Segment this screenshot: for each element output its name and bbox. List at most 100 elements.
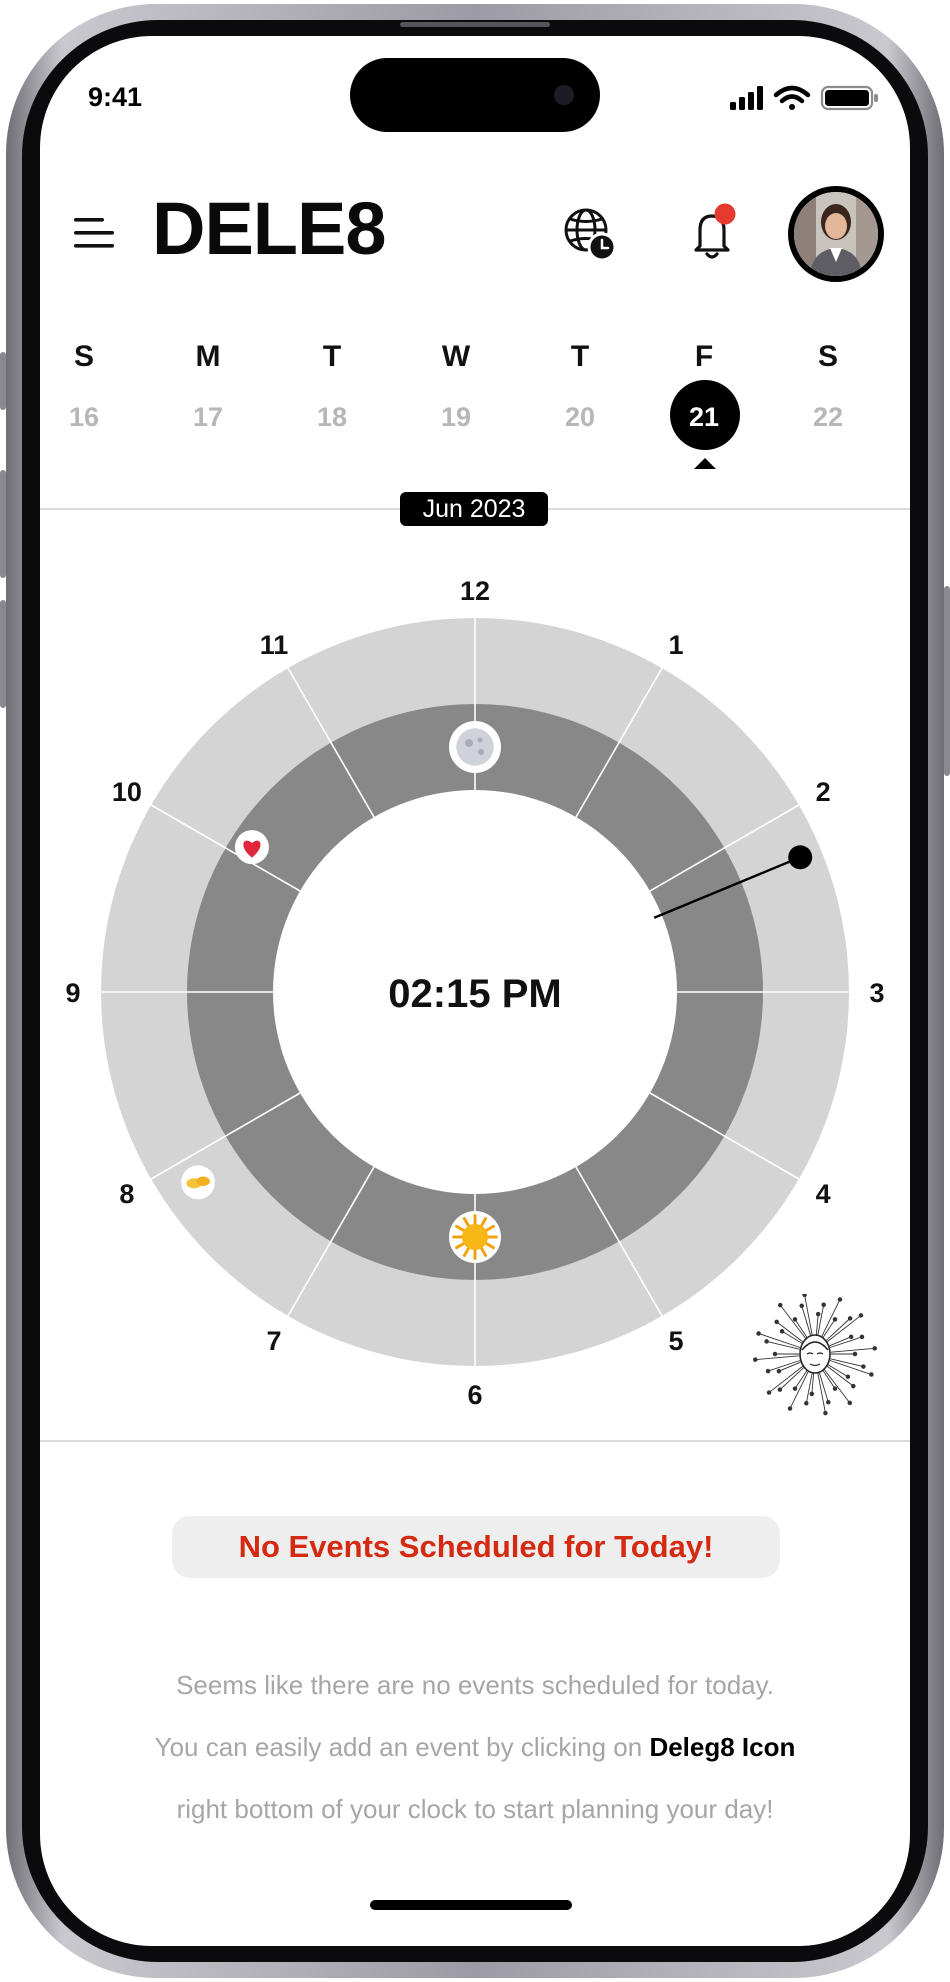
network-node <box>847 1400 853 1406</box>
network-node <box>777 1302 783 1308</box>
day-letter: S <box>817 340 838 373</box>
moon-crater <box>465 739 473 747</box>
volume-down-button <box>0 600 6 708</box>
network-node <box>832 1386 838 1391</box>
clock-hour-label: 11 <box>260 630 289 660</box>
empty-state-title: No Events Scheduled for Today! <box>238 1529 714 1564</box>
day-letter: T <box>322 340 342 373</box>
network-ray <box>805 1372 813 1404</box>
network-node <box>772 1351 778 1357</box>
day-letter: S <box>73 340 94 373</box>
day-date: 19 <box>440 402 472 432</box>
network-node <box>766 1390 772 1395</box>
moon-crater <box>477 737 483 743</box>
empty-state-line-2: You can easily add an event by clicking … <box>40 1732 910 1763</box>
network-node <box>859 1334 865 1340</box>
deleg8-icon-link-text: Deleg8 Icon <box>649 1732 796 1762</box>
network-node <box>837 1297 843 1302</box>
avatar-photo <box>794 192 878 276</box>
network-ray <box>825 1318 851 1341</box>
day-date: 21 <box>688 402 720 432</box>
network-ray <box>755 1355 800 1361</box>
empty-state-line-3: right bottom of your clock to start plan… <box>176 1794 774 1824</box>
network-ray <box>823 1369 851 1404</box>
handshake-hand <box>196 1176 210 1187</box>
app-logo: DELE8 <box>152 187 387 270</box>
user-avatar[interactable] <box>788 186 884 282</box>
network-node <box>756 1331 761 1336</box>
network-ray <box>817 1304 825 1336</box>
network-node <box>776 1368 782 1374</box>
empty-state-line-2-text: You can easily add an event by clicking … <box>154 1732 650 1762</box>
speaker-grille <box>400 22 550 27</box>
clock-hour-label: 2 <box>816 777 831 807</box>
network-node <box>861 1364 866 1369</box>
battery-icon <box>820 85 878 111</box>
empty-state-title-pill: No Events Scheduled for Today! <box>172 1516 780 1578</box>
volume-up-button <box>0 470 6 578</box>
network-node <box>847 1316 853 1321</box>
clock-hand-knob <box>788 845 813 870</box>
network-ray <box>826 1315 862 1343</box>
network-node <box>809 1391 815 1397</box>
dynamic-island <box>350 58 600 132</box>
moon-icon <box>456 728 494 766</box>
network-node <box>826 1399 831 1405</box>
day-date: 16 <box>68 402 100 432</box>
front-camera <box>554 85 574 105</box>
clock-hour-label: 6 <box>467 1380 482 1410</box>
deleg8-network-face-icon[interactable] <box>752 1294 878 1420</box>
network-node <box>815 1311 821 1317</box>
notification-bell-icon[interactable] <box>680 200 744 264</box>
clock-hour-label: 7 <box>266 1326 281 1356</box>
clock-hour-label: 5 <box>668 1326 683 1356</box>
network-node <box>872 1346 877 1351</box>
day-date: 22 <box>812 402 844 432</box>
power-button <box>944 586 950 776</box>
clock-hour-label: 12 <box>460 576 490 606</box>
network-ray <box>830 1347 875 1353</box>
network-ray <box>779 1367 805 1390</box>
app-screen: 9:41 DELE8 S 16 M 17 T 18 W 19 T 20 F 21… <box>40 36 910 1946</box>
network-ray <box>815 1314 819 1336</box>
day-date: 18 <box>316 402 348 432</box>
network-node <box>753 1357 758 1362</box>
network-ray <box>779 1304 807 1339</box>
menu-icon[interactable] <box>72 214 116 252</box>
notification-dot <box>714 203 736 225</box>
clock-hour-label: 1 <box>668 630 683 660</box>
status-icons <box>730 84 882 117</box>
month-label[interactable]: Jun 2023 <box>400 492 548 526</box>
network-ray <box>822 1370 836 1389</box>
network-ray <box>768 1365 804 1393</box>
globe-clock-icon[interactable] <box>562 206 618 262</box>
day-letter: F <box>694 340 714 373</box>
day-letter: M <box>195 340 221 373</box>
network-node <box>821 1302 826 1308</box>
home-indicator[interactable] <box>370 1900 572 1910</box>
network-ray <box>794 1319 808 1338</box>
network-node <box>792 1386 798 1391</box>
network-node <box>804 1400 809 1406</box>
day-date: 20 <box>564 402 596 432</box>
selected-day-caret-icon <box>694 458 716 469</box>
moon-crater <box>478 749 484 755</box>
network-node <box>852 1351 858 1357</box>
clock-hour-label: 9 <box>65 978 80 1008</box>
clock-hour-label: 10 <box>112 777 142 807</box>
clock-hour-label: 4 <box>816 1179 831 1209</box>
network-node <box>787 1406 793 1411</box>
network-node <box>858 1313 864 1318</box>
clock-hour-label: 8 <box>119 1179 134 1209</box>
network-node <box>774 1319 779 1325</box>
clock-center-time: 02:15 PM <box>388 972 561 1016</box>
network-node <box>765 1368 771 1374</box>
network-ray <box>811 1372 815 1394</box>
divider <box>40 1440 910 1442</box>
network-node <box>802 1294 807 1298</box>
network-node <box>764 1339 769 1344</box>
network-node <box>777 1387 783 1392</box>
network-node <box>848 1334 854 1340</box>
sun-icon <box>462 1224 488 1250</box>
network-node <box>851 1383 856 1389</box>
